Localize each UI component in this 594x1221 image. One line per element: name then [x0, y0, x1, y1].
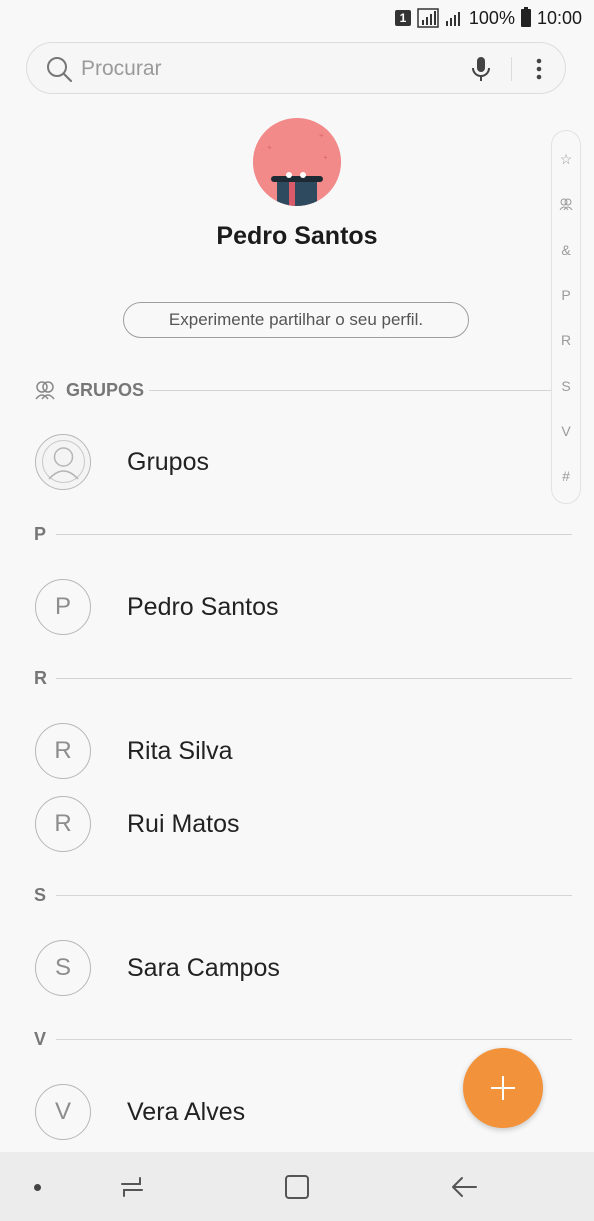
search-divider	[511, 57, 512, 81]
contact-name: Sara Campos	[127, 954, 280, 982]
profile-name[interactable]: Pedro Santos	[0, 222, 594, 251]
contact-avatar: S	[35, 940, 91, 996]
groups-row[interactable]: Grupos	[0, 427, 594, 497]
section-divider	[56, 895, 572, 896]
signal-icon	[417, 8, 439, 28]
section-divider	[56, 534, 572, 535]
profile-avatar[interactable]: + + +	[253, 118, 341, 206]
index-groups-icon[interactable]	[559, 197, 573, 211]
groups-label: Grupos	[127, 448, 209, 476]
index-hash[interactable]: #	[552, 468, 580, 484]
contact-row[interactable]: R Rita Silva	[0, 716, 594, 786]
groups-icon	[35, 381, 55, 400]
battery-percent: 100%	[468, 7, 515, 28]
contact-row[interactable]: S Sara Campos	[0, 933, 594, 1003]
nav-dot-icon[interactable]	[34, 1184, 41, 1191]
contact-avatar: P	[35, 579, 91, 635]
section-letter: S	[34, 885, 47, 905]
section-header-v: V	[34, 1027, 572, 1051]
section-header-s: S	[34, 883, 572, 907]
svg-text:+: +	[319, 131, 324, 140]
contact-avatar: V	[35, 1084, 91, 1140]
section-divider	[56, 1039, 572, 1040]
battery-icon	[520, 7, 531, 27]
microphone-icon[interactable]	[467, 55, 495, 83]
svg-text:+: +	[323, 153, 328, 162]
contact-avatar: R	[35, 723, 91, 779]
section-letter: P	[34, 524, 47, 544]
contact-name: Vera Alves	[127, 1098, 246, 1126]
status-bar: 1 100% 10:00	[0, 0, 594, 36]
index-favorites[interactable]: ☆	[552, 151, 580, 168]
back-icon[interactable]	[450, 1174, 478, 1200]
sim-badge: 1	[394, 10, 411, 26]
search-icon	[47, 57, 73, 83]
section-letter: R	[34, 668, 47, 688]
groups-avatar	[35, 434, 91, 490]
section-divider	[56, 678, 572, 679]
clock: 10:00	[536, 7, 582, 28]
section-letter: V	[34, 1029, 47, 1049]
svg-text:+: +	[267, 143, 272, 152]
contact-row[interactable]: R Rui Matos	[0, 789, 594, 859]
profile-avatar-illustration-icon: + + +	[253, 118, 341, 206]
search-bar[interactable]	[26, 42, 566, 94]
groups-section-label: GRUPOS	[66, 380, 145, 400]
index-ampersand[interactable]: &	[552, 242, 580, 258]
contact-name: Rui Matos	[127, 810, 240, 838]
person-silhouette-icon	[41, 440, 85, 483]
section-header-r: R	[34, 666, 572, 690]
groups-section-header: GRUPOS	[34, 378, 572, 402]
contact-avatar: R	[35, 796, 91, 852]
index-letter-v[interactable]: V	[552, 423, 580, 439]
recent-apps-icon[interactable]	[118, 1174, 146, 1200]
contact-name: Rita Silva	[127, 737, 233, 765]
section-header-p: P	[34, 522, 572, 546]
more-options-icon[interactable]	[527, 55, 551, 83]
index-letter-s[interactable]: S	[552, 378, 580, 394]
index-letter-p[interactable]: P	[552, 287, 580, 303]
search-input[interactable]	[81, 55, 441, 83]
signal-strength-icon	[445, 12, 460, 26]
add-contact-button[interactable]	[463, 1048, 543, 1128]
home-icon[interactable]	[284, 1174, 310, 1200]
section-divider	[149, 390, 551, 391]
share-profile-button[interactable]: Experimente partilhar o seu perfil.	[123, 302, 469, 338]
contact-row[interactable]: P Pedro Santos	[0, 572, 594, 642]
navigation-bar	[0, 1152, 594, 1221]
index-scroller[interactable]: ☆ & P R S V #	[551, 130, 581, 504]
index-letter-r[interactable]: R	[552, 332, 580, 348]
contact-name: Pedro Santos	[127, 593, 279, 621]
